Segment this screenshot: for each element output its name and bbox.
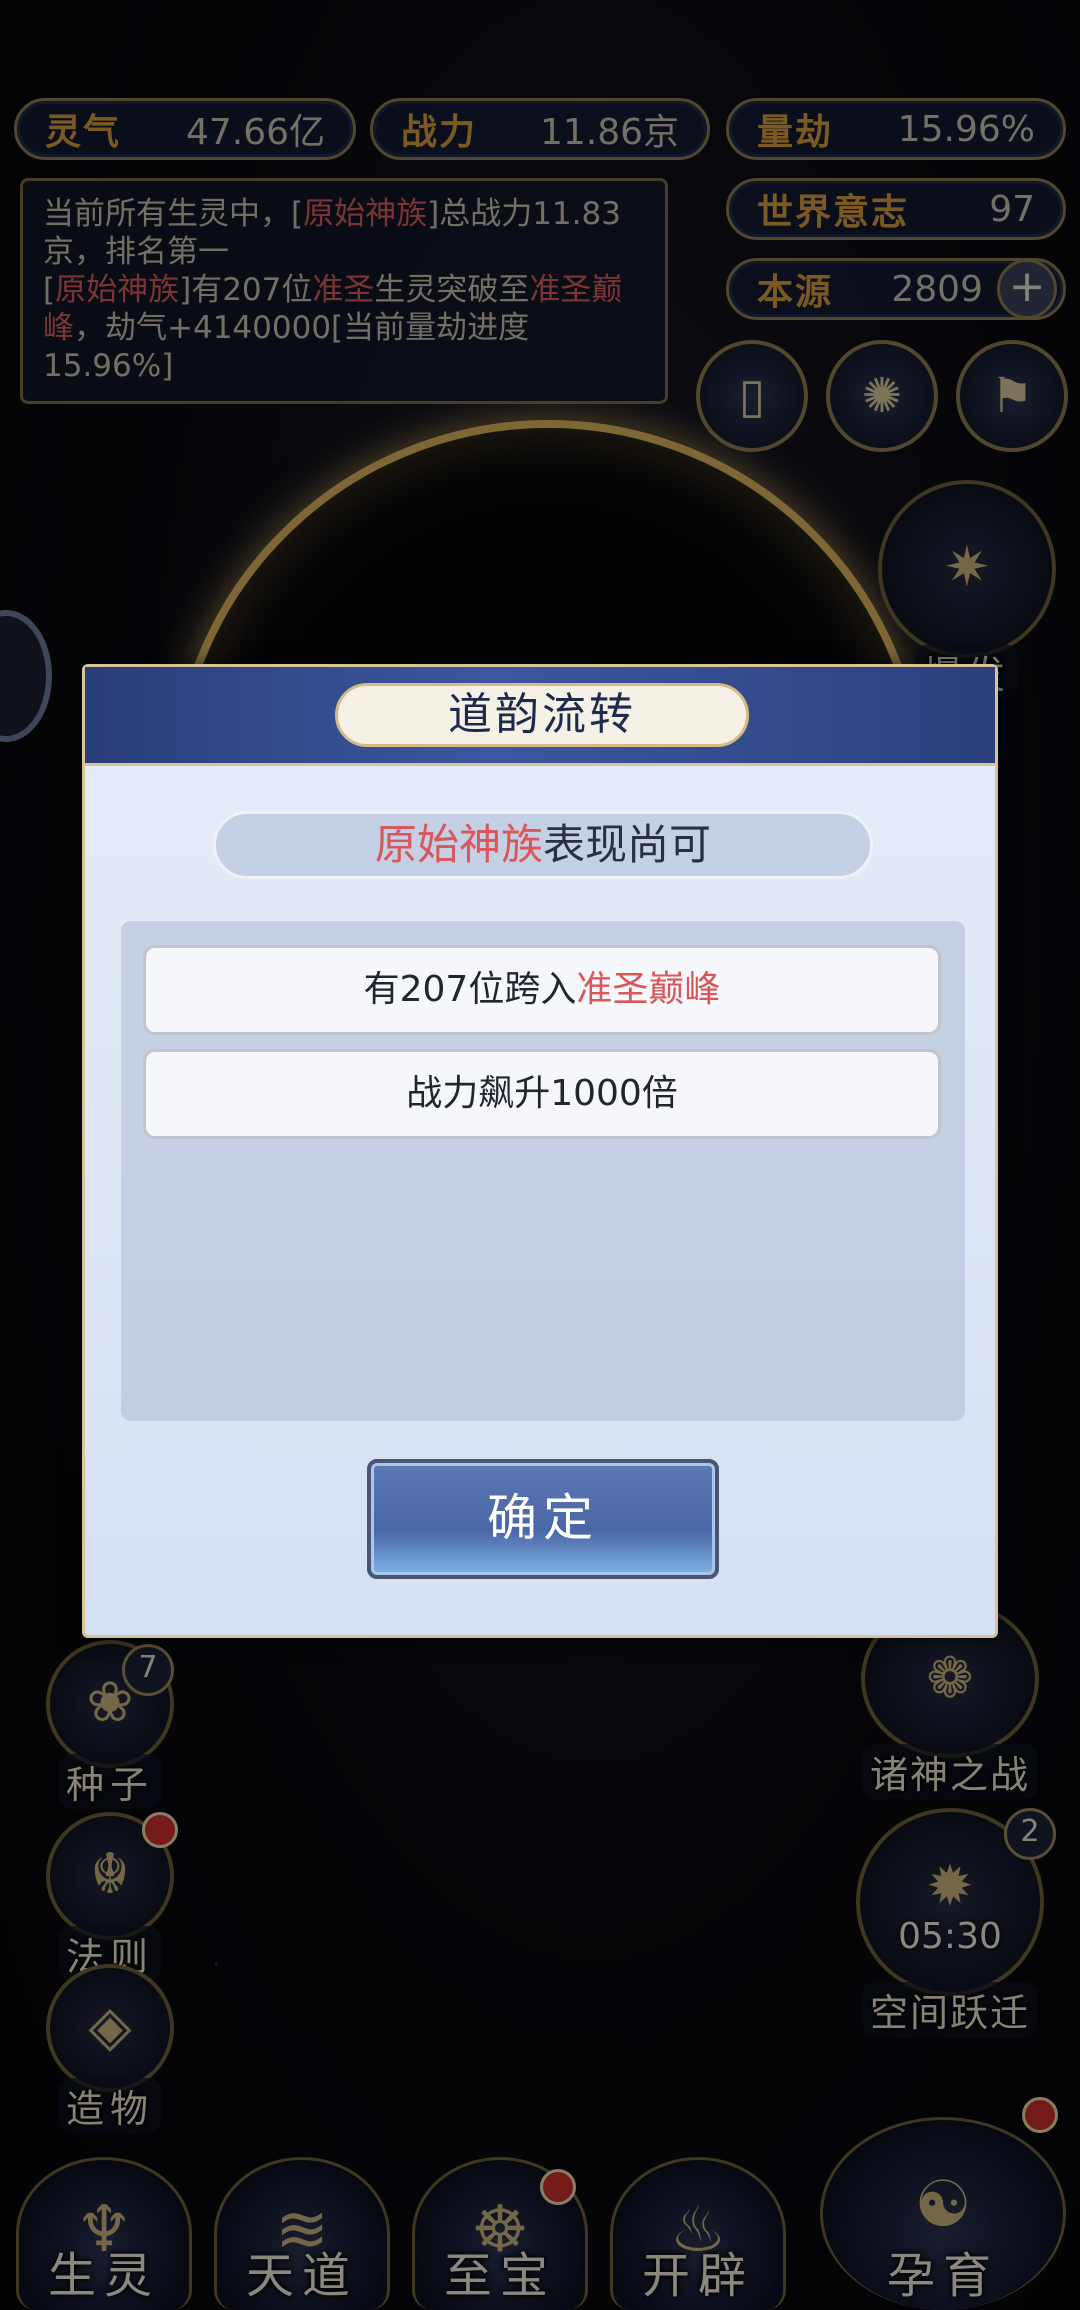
subtitle-race: 原始神族 bbox=[374, 820, 543, 869]
result-row: 有207位跨入准圣巅峰 bbox=[143, 945, 941, 1035]
daoyun-dialog: 道韵流转 原始神族表现尚可 有207位跨入准圣巅峰 战力飙升1000倍 确定 bbox=[82, 664, 998, 1638]
result-row-text: 战力飙升1000倍 bbox=[406, 1073, 678, 1114]
result-row-highlight: 准圣巅峰 bbox=[576, 969, 721, 1010]
dialog-subtitle: 原始神族表现尚可 bbox=[213, 811, 873, 879]
subtitle-rest: 表现尚可 bbox=[543, 820, 712, 869]
dialog-title: 道韵流转 bbox=[335, 683, 749, 747]
confirm-button[interactable]: 确定 bbox=[367, 1459, 719, 1579]
result-row-text: 有207位跨入 bbox=[363, 969, 577, 1010]
result-row: 战力飙升1000倍 bbox=[143, 1049, 941, 1139]
result-list: 有207位跨入准圣巅峰 战力飙升1000倍 bbox=[121, 921, 965, 1421]
